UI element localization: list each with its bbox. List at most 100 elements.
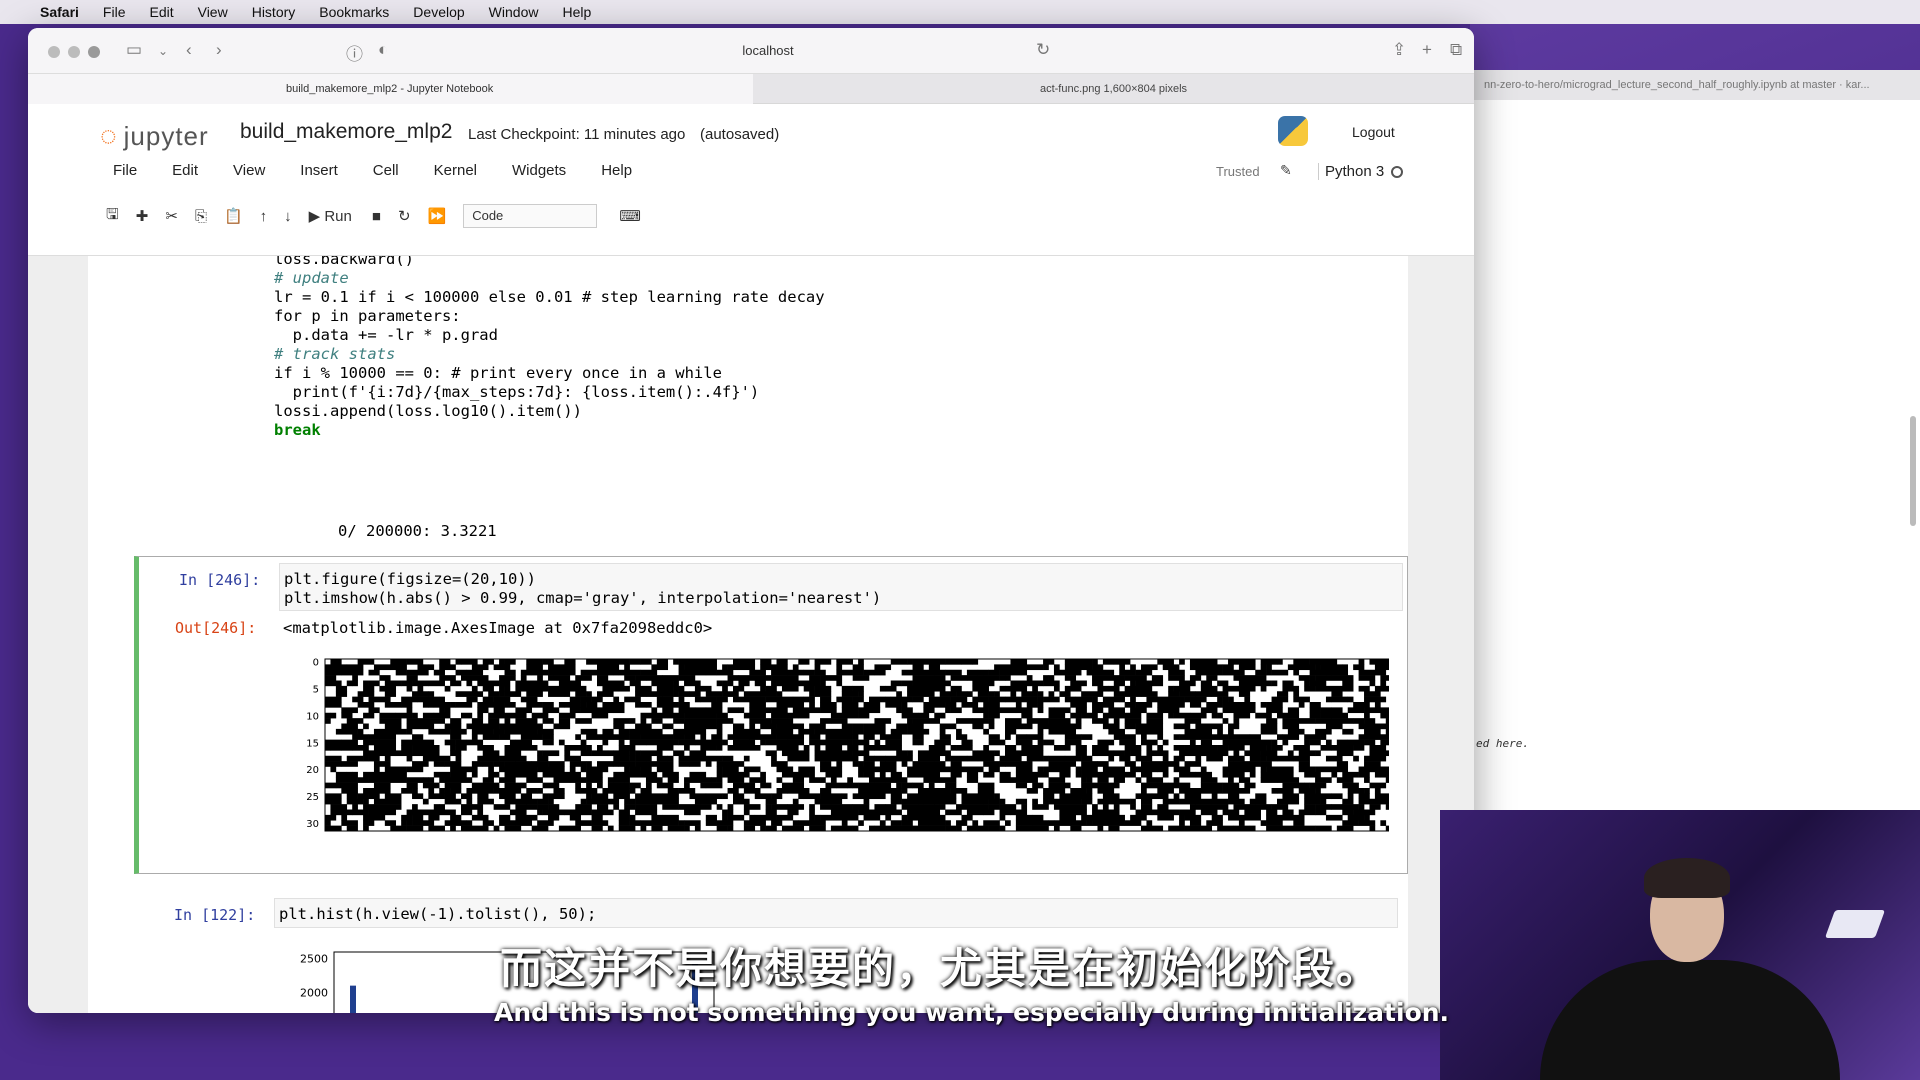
- privacy-icon[interactable]: ⓘ: [346, 40, 363, 65]
- heatmap-cell: [553, 766, 565, 773]
- reload-icon[interactable]: ↻: [1036, 40, 1050, 60]
- cell-type-select[interactable]: Code: [463, 204, 598, 228]
- heatmap-cell: [656, 696, 663, 703]
- trusted-indicator[interactable]: Trusted: [1216, 164, 1260, 179]
- logout-button[interactable]: Logout: [1344, 120, 1403, 144]
- heatmap-cell: [368, 809, 386, 816]
- heatmap-cell: [352, 804, 358, 810]
- background-scrollbar[interactable]: [1910, 416, 1916, 526]
- menubar-view[interactable]: View: [198, 4, 228, 20]
- save-icon[interactable]: 🖫: [106, 204, 119, 229]
- menu-cell[interactable]: Cell: [373, 162, 399, 179]
- back-arrow-icon[interactable]: ‹: [186, 40, 192, 60]
- pencil-icon[interactable]: ✎: [1280, 162, 1292, 179]
- menubar-app[interactable]: Safari: [40, 4, 79, 20]
- menu-file[interactable]: File: [113, 162, 137, 179]
- heatmap-cell: [384, 820, 397, 826]
- cell2-input[interactable]: plt.figure(figsize=(20,10)) plt.imshow(h.…: [279, 563, 1403, 611]
- heatmap-cell: [1113, 659, 1120, 665]
- heatmap-cell: [749, 777, 766, 783]
- move-up-icon[interactable]: ↑: [260, 208, 268, 225]
- heatmap-cell: [950, 745, 957, 751]
- heatmap-cell: [439, 777, 445, 783]
- heatmap-cell: [1108, 755, 1115, 762]
- heatmap-cell: [1102, 814, 1109, 821]
- forward-arrow-icon[interactable]: ›: [216, 40, 222, 60]
- heatmap-cell: [1097, 691, 1104, 697]
- heatmap-cell: [781, 771, 788, 778]
- menu-kernel[interactable]: Kernel: [434, 162, 477, 179]
- heatmap-cell: [357, 728, 364, 735]
- cell1-code[interactable]: loss.backward() # update lr = 0.1 if i < 1…: [274, 256, 825, 440]
- heatmap-cell: [928, 771, 941, 778]
- tab-image[interactable]: act-func.png 1,600×804 pixels: [753, 74, 1474, 104]
- heatmap-cell: [1369, 707, 1381, 714]
- notebook-title[interactable]: build_makemore_mlp2: [240, 120, 452, 144]
- chevron-down-icon[interactable]: ⌄: [158, 44, 168, 58]
- menubar-help[interactable]: Help: [562, 4, 591, 20]
- menubar-bookmarks[interactable]: Bookmarks: [319, 4, 389, 20]
- window-close-button[interactable]: [48, 46, 60, 58]
- heatmap-cell: [1064, 696, 1077, 703]
- window-minimize-button[interactable]: [68, 46, 80, 58]
- heatmap-cell: [912, 739, 919, 746]
- heatmap-cell: [1092, 696, 1098, 703]
- heatmap-cell: [1271, 696, 1289, 703]
- tab-overview-icon[interactable]: ⧉: [1450, 40, 1462, 60]
- cut-icon[interactable]: ✂: [165, 207, 178, 225]
- heatmap-cell: [999, 755, 1011, 762]
- menubar-edit[interactable]: Edit: [149, 4, 173, 20]
- menu-view[interactable]: View: [233, 162, 265, 179]
- share-icon[interactable]: ⇪: [1392, 40, 1406, 60]
- menu-insert[interactable]: Insert: [300, 162, 338, 179]
- menu-widgets[interactable]: Widgets: [512, 162, 566, 179]
- heatmap-cell: [792, 777, 805, 783]
- url-field[interactable]: localhost: [468, 38, 1068, 64]
- tab-notebook[interactable]: build_makemore_mlp2 - Jupyter Notebook: [28, 74, 753, 104]
- heatmap-cell: [1222, 685, 1240, 692]
- cell2-selected[interactable]: In [246]: plt.figure(figsize=(20,10)) plt…: [134, 556, 1425, 874]
- heatmap-cell: [760, 691, 777, 697]
- heatmap-cell: [809, 675, 821, 681]
- heatmap-cell: [1146, 745, 1153, 751]
- background-tab[interactable]: nn-zero-to-hero/micrograd_lecture_second…: [1474, 70, 1920, 100]
- shield-icon[interactable]: ◐: [378, 40, 388, 60]
- heatmap-cell: [716, 820, 734, 826]
- heatmap-cell: [1092, 750, 1098, 757]
- kernel-name[interactable]: Python 3: [1318, 163, 1384, 180]
- heatmap-cell: [874, 788, 886, 794]
- cell3-input[interactable]: plt.hist(h.view(-1).tolist(), 50);: [274, 898, 1398, 928]
- menu-edit[interactable]: Edit: [172, 162, 198, 179]
- run-button[interactable]: ▶ Run: [309, 207, 352, 225]
- menubar-window[interactable]: Window: [489, 4, 539, 20]
- menubar-develop[interactable]: Develop: [413, 4, 464, 20]
- copy-icon[interactable]: ⎘: [195, 208, 207, 225]
- heatmap-cell: [852, 675, 870, 681]
- heatmap-cell: [977, 788, 995, 794]
- heatmap-cell: [1179, 809, 1196, 816]
- keyboard-icon[interactable]: ⌨: [619, 207, 641, 225]
- heatmap-cell: [406, 728, 413, 735]
- heatmap-cell: [1135, 723, 1147, 730]
- paste-icon[interactable]: 📋: [224, 207, 243, 225]
- stop-icon[interactable]: ■: [372, 208, 381, 225]
- new-tab-icon[interactable]: +: [1422, 40, 1432, 60]
- heatmap-cell: [727, 814, 745, 821]
- heatmap-cell: [939, 680, 951, 687]
- window-maximize-button[interactable]: [88, 46, 100, 58]
- heatmap-cell: [885, 755, 897, 762]
- add-cell-icon[interactable]: ✚: [136, 207, 149, 225]
- restart-icon[interactable]: ↻: [398, 207, 411, 225]
- heatmap-cell: [439, 788, 445, 794]
- menubar-history[interactable]: History: [252, 4, 296, 20]
- move-down-icon[interactable]: ↓: [284, 208, 292, 225]
- menu-help[interactable]: Help: [601, 162, 632, 179]
- jupyter-logo[interactable]: ◌ jupyter: [100, 120, 209, 152]
- menubar-file[interactable]: File: [103, 4, 126, 20]
- heatmap-cell: [830, 755, 843, 762]
- fast-forward-icon[interactable]: ⏩: [428, 207, 447, 225]
- heatmap-cell: [1228, 814, 1245, 821]
- heatmap-cell: [335, 691, 348, 697]
- sidebar-toggle-icon[interactable]: ▭: [126, 40, 142, 60]
- heatmap-cell: [972, 804, 989, 810]
